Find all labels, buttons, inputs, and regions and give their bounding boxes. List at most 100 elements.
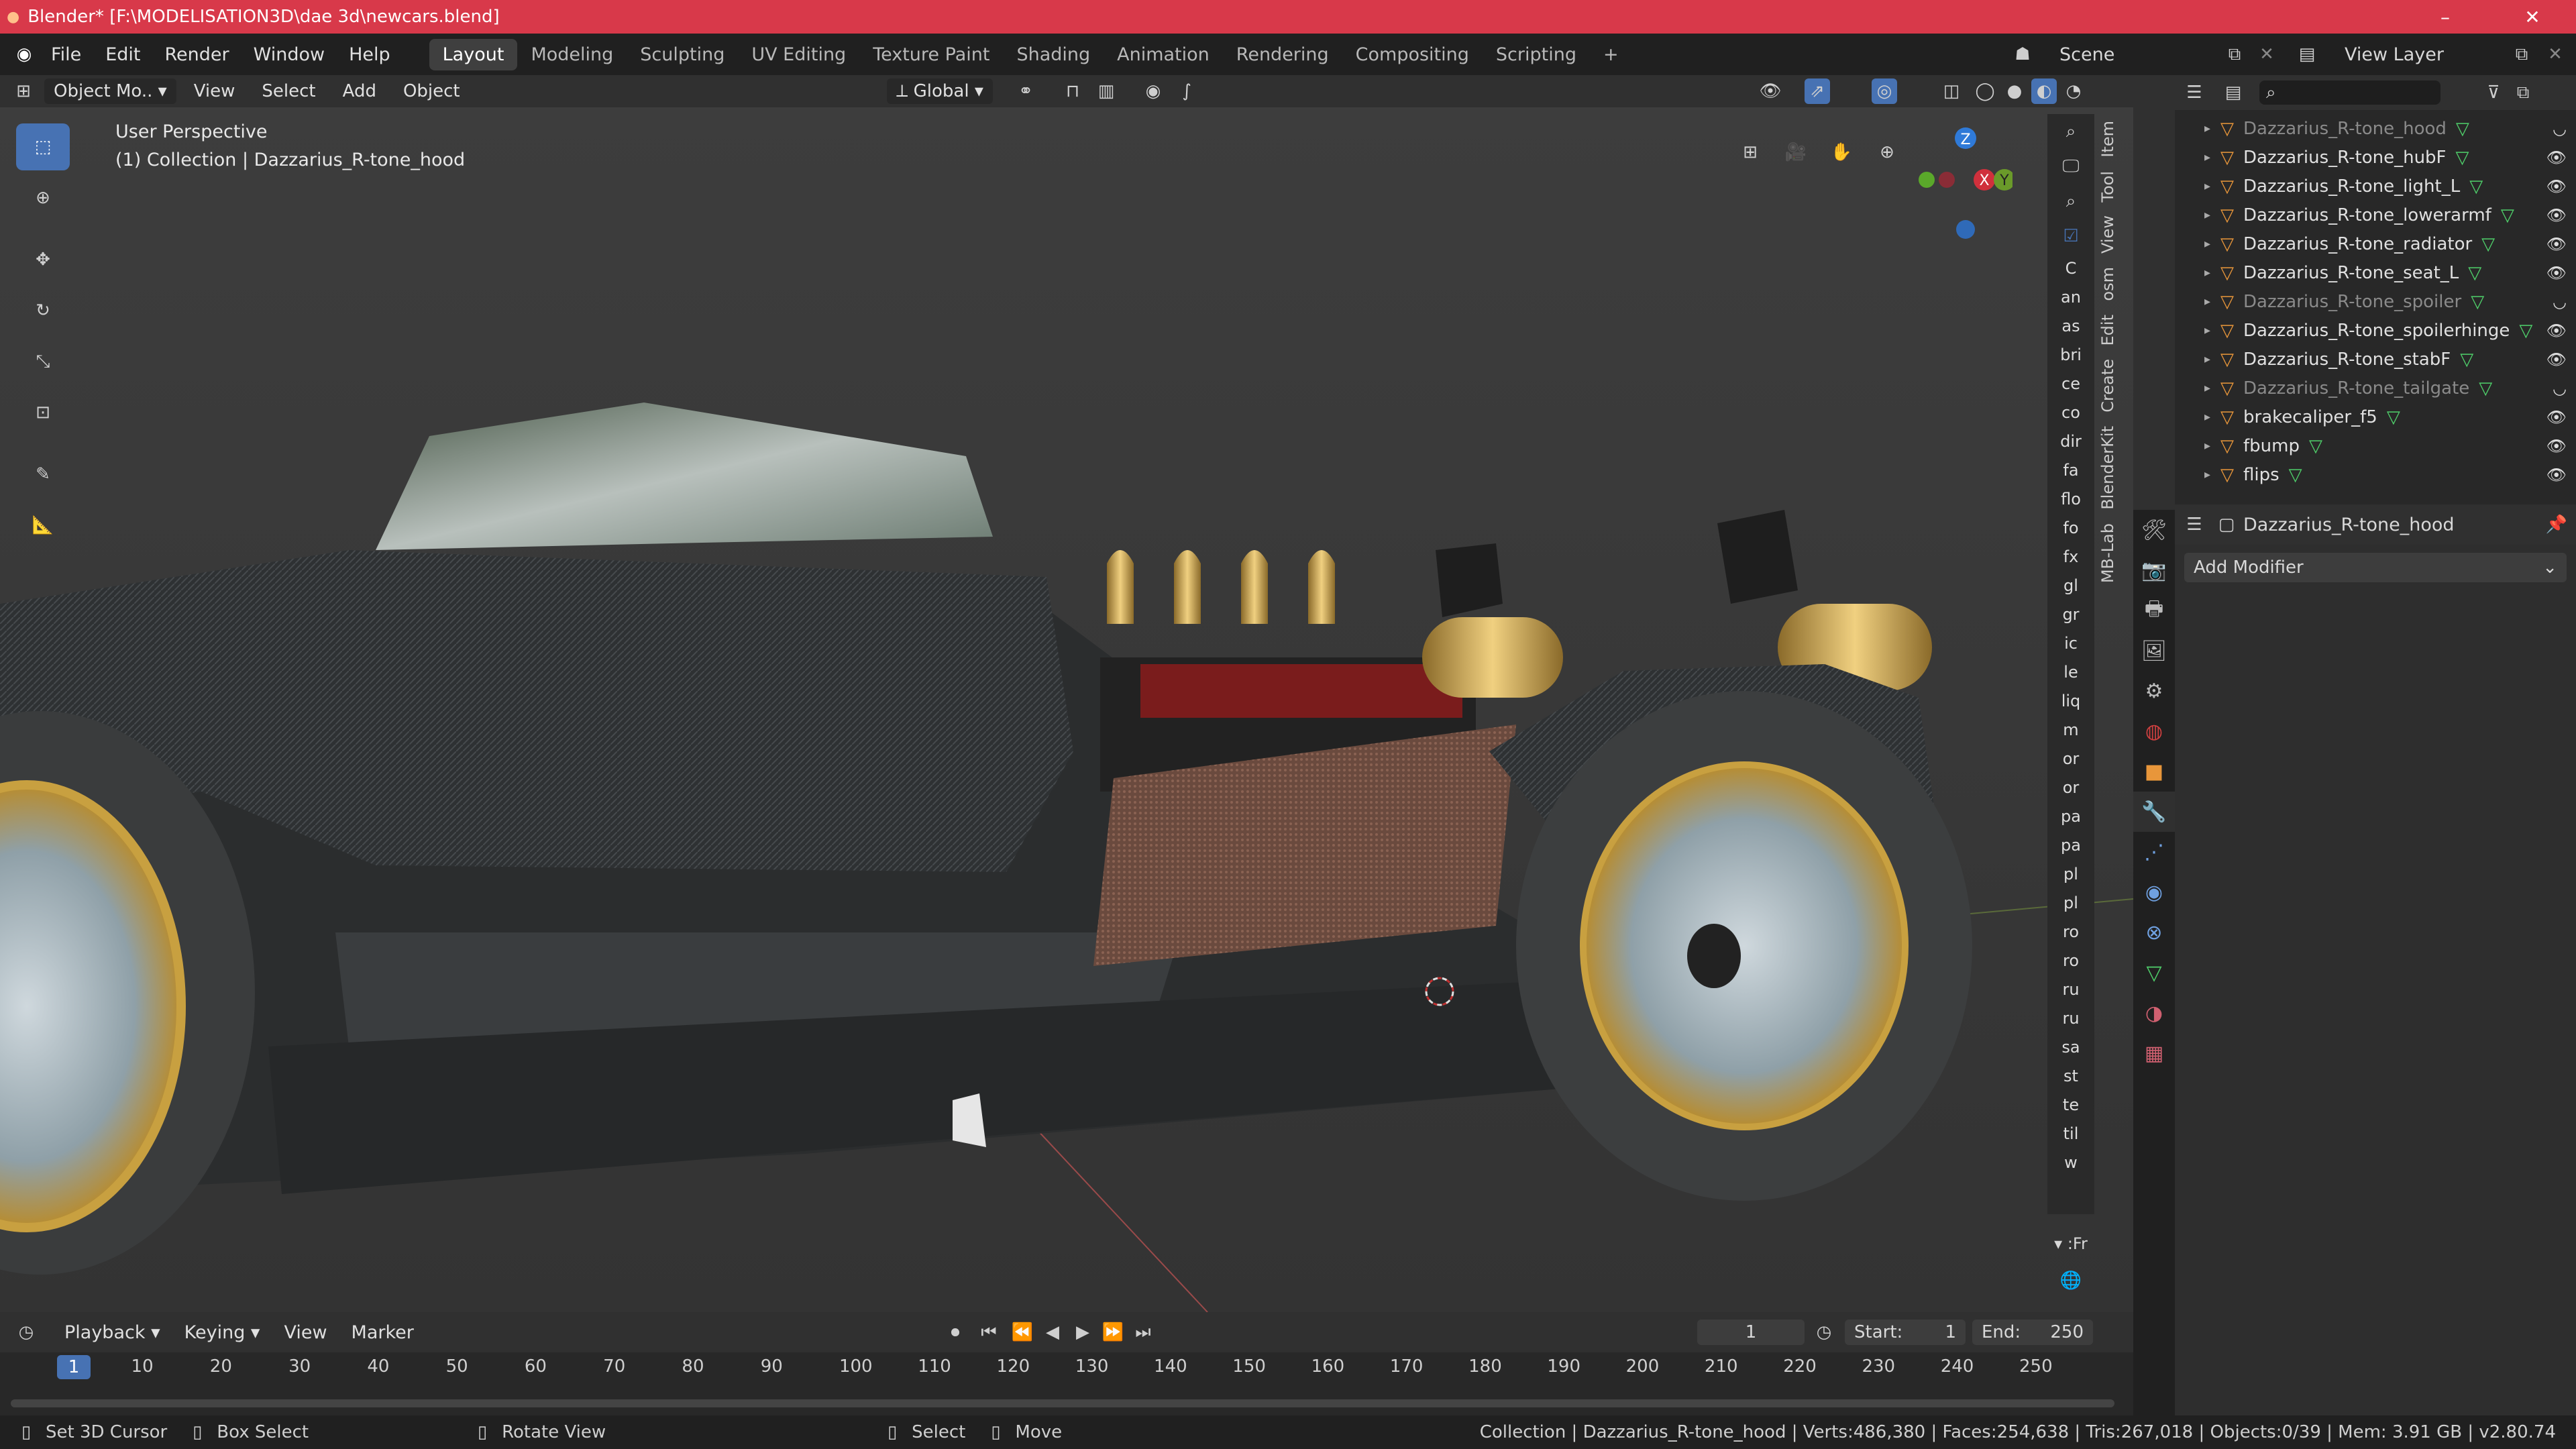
outliner-row[interactable]: ▸ ▽ Dazzarius_R-tone_hood ▽ ◡: [2175, 114, 2576, 143]
new-scene-icon[interactable]: ⧉: [2222, 42, 2247, 67]
addon-tab[interactable]: te: [2047, 1090, 2094, 1119]
keying-menu[interactable]: Keying ▾: [172, 1322, 272, 1343]
proportional-edit-icon[interactable]: ◉: [1140, 78, 1166, 104]
visibility-eye-icon[interactable]: ◡: [2553, 292, 2567, 311]
tab-rendering[interactable]: Rendering: [1223, 39, 1342, 70]
visibility-eye-icon[interactable]: 👁: [2546, 148, 2567, 167]
expand-triangle-icon[interactable]: ▸: [2204, 237, 2220, 251]
cursor-tool[interactable]: ⊕: [16, 174, 70, 221]
outliner-row[interactable]: ▸ ▽ Dazzarius_R-tone_spoilerhinge ▽ 👁: [2175, 316, 2576, 345]
search-icon-a[interactable]: ⌕: [2047, 114, 2094, 149]
addon-tab[interactable]: ru: [2047, 975, 2094, 1004]
current-frame-input[interactable]: 1: [1697, 1320, 1805, 1345]
visibility-eye-icon[interactable]: ◡: [2553, 119, 2567, 138]
editor-type-icon[interactable]: ⊞: [11, 78, 36, 104]
texture-props-icon[interactable]: ▦: [2133, 1033, 2175, 1073]
expand-triangle-icon[interactable]: ▸: [2204, 410, 2220, 424]
data-props-icon[interactable]: ▽: [2133, 953, 2175, 993]
expand-triangle-icon[interactable]: ▸: [2204, 150, 2220, 164]
addon-tab[interactable]: ro: [2047, 946, 2094, 975]
prev-keyframe-icon[interactable]: ⏪: [1010, 1320, 1035, 1345]
visibility-eye-icon[interactable]: 👁: [2546, 466, 2567, 484]
play-reverse-icon[interactable]: ◀: [1040, 1320, 1065, 1345]
expand-triangle-icon[interactable]: ▸: [2204, 208, 2220, 222]
addon-tab[interactable]: w: [2047, 1148, 2094, 1177]
minimize-button[interactable]: –: [2402, 0, 2489, 34]
visibility-eye-icon[interactable]: 👁: [2546, 264, 2567, 282]
outliner-row[interactable]: ▸ ▽ Dazzarius_R-tone_stabF ▽ 👁: [2175, 345, 2576, 374]
mode-dropdown[interactable]: Object Mo.. ▾: [44, 78, 176, 104]
new-collection-icon[interactable]: ⧉: [2510, 80, 2536, 105]
visibility-eye-icon[interactable]: 👁: [2546, 408, 2567, 427]
addon-tab[interactable]: m: [2047, 715, 2094, 744]
object-menu[interactable]: Object: [394, 78, 470, 104]
view-menu[interactable]: View: [184, 78, 245, 104]
outliner-row[interactable]: ▸ ▽ Dazzarius_R-tone_tailgate ▽ ◡: [2175, 374, 2576, 402]
visibility-eye-icon[interactable]: 👁: [2546, 206, 2567, 225]
3d-viewport[interactable]: User Perspective (1) Collection | Dazzar…: [0, 107, 2133, 1312]
scene-props-icon[interactable]: ⚙: [2133, 671, 2175, 711]
zoom-icon[interactable]: ⊕: [1874, 140, 1900, 165]
xray-icon[interactable]: ◫: [1939, 78, 1964, 104]
world-props-icon[interactable]: ◍: [2133, 711, 2175, 751]
addon-tab[interactable]: st: [2047, 1061, 2094, 1090]
delete-scene-icon[interactable]: ✕: [2254, 42, 2279, 67]
globe-icon[interactable]: 🌐: [2058, 1268, 2084, 1293]
addon-tab[interactable]: pa: [2047, 802, 2094, 830]
rotate-tool[interactable]: ↻: [16, 287, 70, 334]
pin-icon[interactable]: 📌: [2544, 512, 2569, 537]
overlay-toggle-icon[interactable]: ◎: [1872, 78, 1897, 104]
expand-triangle-icon[interactable]: ▸: [2204, 121, 2220, 136]
outliner-row[interactable]: ▸ ▽ Dazzarius_R-tone_lowerarmf ▽ 👁: [2175, 201, 2576, 229]
outliner-row[interactable]: ▸ ▽ Dazzarius_R-tone_radiator ▽ 👁: [2175, 229, 2576, 258]
checkbox-icon[interactable]: ☑: [2047, 219, 2094, 254]
addon-tab[interactable]: co: [2047, 398, 2094, 427]
view-layer-props-icon[interactable]: 🖼: [2133, 631, 2175, 671]
sidebar-tab-view[interactable]: View: [2098, 209, 2117, 260]
play-icon[interactable]: ▶: [1070, 1320, 1095, 1345]
addon-tab[interactable]: sa: [2047, 1032, 2094, 1061]
navigation-gizmo[interactable]: ⊞ 🎥 ✋ ⊕ Z X Y: [1737, 127, 2053, 239]
addon-tab[interactable]: or: [2047, 744, 2094, 773]
start-frame-input[interactable]: Start: 1: [1845, 1320, 1966, 1345]
outliner-row[interactable]: ▸ ▽ brakecaliper_f5 ▽ 👁: [2175, 402, 2576, 431]
tab-texture-paint[interactable]: Texture Paint: [859, 39, 1003, 70]
solid-shading-icon[interactable]: ●: [2002, 78, 2027, 104]
addon-footer[interactable]: ▾ :Fr: [2047, 1234, 2094, 1253]
scene-icon[interactable]: ☗: [2010, 42, 2035, 67]
addon-tab[interactable]: pl: [2047, 859, 2094, 888]
snap-icon[interactable]: ⊓: [1060, 78, 1085, 104]
timeline-scrollbar[interactable]: [11, 1399, 2114, 1407]
tab-shading[interactable]: Shading: [1003, 39, 1104, 70]
transform-tool[interactable]: ⊡: [16, 389, 70, 436]
sidebar-tab-create[interactable]: Create: [2098, 352, 2117, 419]
jump-start-icon[interactable]: ⏮: [976, 1320, 1002, 1345]
timeline-editor-icon[interactable]: ◷: [13, 1320, 39, 1345]
addon-tab[interactable]: gr: [2047, 600, 2094, 629]
tab-animation[interactable]: Animation: [1104, 39, 1223, 70]
tab-layout[interactable]: Layout: [429, 38, 518, 70]
marker-menu[interactable]: Marker: [339, 1322, 426, 1343]
outliner-type-icon[interactable]: ☰: [2182, 80, 2207, 105]
end-frame-input[interactable]: End: 250: [1972, 1320, 2093, 1345]
properties-type-icon[interactable]: ☰: [2182, 512, 2207, 537]
camera-view-icon[interactable]: 🎥: [1783, 140, 1809, 165]
current-frame-marker[interactable]: 1: [57, 1355, 91, 1379]
sidebar-tab-item[interactable]: Item: [2098, 114, 2117, 164]
expand-triangle-icon[interactable]: ▸: [2204, 323, 2220, 337]
outliner-row[interactable]: ▸ ▽ flips ▽ 👁: [2175, 460, 2576, 489]
physics-props-icon[interactable]: ◉: [2133, 872, 2175, 912]
measure-tool[interactable]: 📐: [16, 502, 70, 549]
addon-tab[interactable]: ic: [2047, 629, 2094, 657]
pivot-icon[interactable]: ⚭: [1013, 78, 1038, 104]
visibility-eye-icon[interactable]: ◡: [2553, 379, 2567, 398]
display-mode-icon[interactable]: ▤: [2220, 80, 2246, 105]
addon-tab[interactable]: le: [2047, 657, 2094, 686]
expand-triangle-icon[interactable]: ▸: [2204, 439, 2220, 453]
modifier-props-icon[interactable]: 🔧: [2133, 792, 2175, 832]
close-button[interactable]: ✕: [2489, 0, 2576, 34]
expand-triangle-icon[interactable]: ▸: [2204, 294, 2220, 309]
visibility-eye-icon[interactable]: 👁: [2546, 321, 2567, 340]
addon-tab[interactable]: pa: [2047, 830, 2094, 859]
expand-triangle-icon[interactable]: ▸: [2204, 468, 2220, 482]
